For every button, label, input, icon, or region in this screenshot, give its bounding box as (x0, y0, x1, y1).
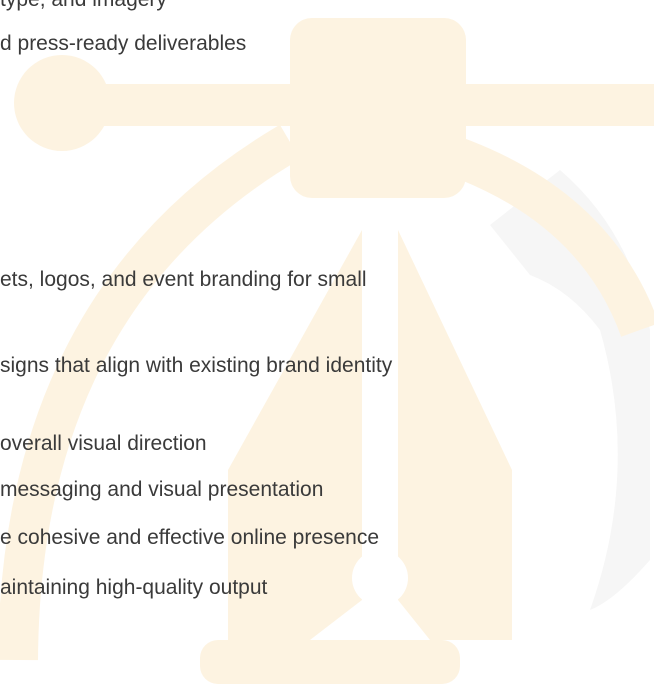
document-page: type, and imagery d press-ready delivera… (0, 0, 654, 698)
text-line-7: e cohesive and effective online presence (0, 526, 380, 549)
text-line-8: aintaining high-quality output (0, 576, 268, 599)
text-line-4: signs that align with existing brand ide… (0, 354, 393, 377)
text-line-1: type, and imagery (0, 0, 167, 14)
text-line-3: ets, logos, and event branding for small (0, 268, 367, 291)
text-line-5: overall visual direction (0, 432, 207, 455)
text-line-6: messaging and visual presentation (0, 478, 324, 501)
text-line-2: d press-ready deliverables (0, 32, 247, 55)
